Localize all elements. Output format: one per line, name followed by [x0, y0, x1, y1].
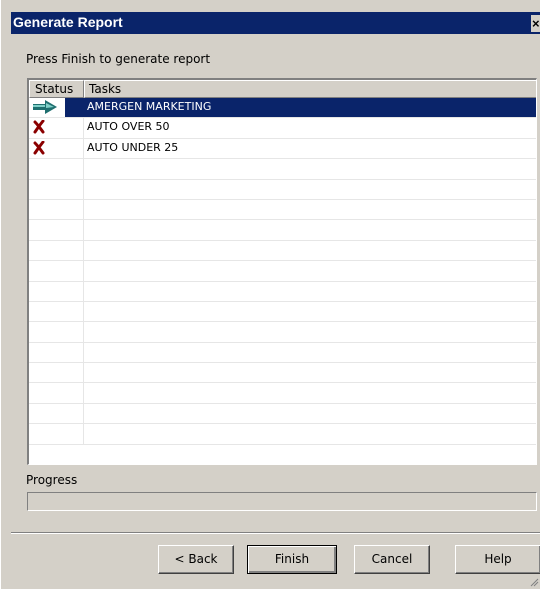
- failed-x-icon: [33, 140, 45, 155]
- grid-header: Status Tasks: [29, 80, 536, 98]
- finish-button[interactable]: Finish: [247, 545, 337, 574]
- dialog-title: Generate Report: [13, 14, 123, 30]
- status-cell: [29, 118, 84, 138]
- table-row-empty: [29, 301, 536, 323]
- status-cell: [29, 199, 84, 220]
- table-row[interactable]: AUTO OVER 50: [29, 118, 536, 139]
- status-cell: [29, 363, 84, 383]
- close-button[interactable]: ×: [531, 15, 540, 32]
- back-button[interactable]: < Back: [158, 545, 234, 574]
- in-progress-arrow-icon: [33, 100, 57, 114]
- resize-grip-icon[interactable]: [529, 577, 539, 587]
- status-cell: [29, 424, 84, 444]
- cancel-button[interactable]: Cancel: [354, 545, 430, 574]
- status-cell: [29, 322, 84, 342]
- status-cell: [29, 240, 84, 261]
- table-row-empty: [29, 322, 536, 343]
- status-cell: [29, 159, 84, 179]
- progress-bar: [27, 492, 537, 511]
- instruction-text: Press Finish to generate report: [26, 52, 211, 66]
- task-name: AMERGEN MARKETING: [87, 100, 212, 113]
- generate-report-dialog: Generate Report × Press Finish to genera…: [0, 0, 540, 589]
- task-name: AUTO UNDER 25: [87, 140, 179, 154]
- grid-rows: AMERGEN MARKETING AUTO OVER 50 AUTO UNDE…: [29, 98, 536, 445]
- tasks-grid[interactable]: Status Tasks AMERGEN MARKETING AUTO OVER…: [27, 78, 537, 465]
- status-cell: [29, 403, 84, 424]
- table-row-empty: [29, 424, 536, 445]
- column-header-status[interactable]: Status: [29, 80, 84, 98]
- table-row-empty: [29, 363, 536, 384]
- table-row-empty: [29, 220, 536, 241]
- table-row-empty: [29, 261, 536, 282]
- table-row-empty: [29, 342, 536, 364]
- status-cell: [29, 261, 84, 281]
- status-cell: [29, 98, 65, 118]
- status-cell: [29, 281, 84, 301]
- table-row-empty: [29, 403, 536, 425]
- table-row-empty: [29, 281, 536, 302]
- status-cell: [29, 220, 84, 240]
- button-divider: [11, 532, 540, 534]
- title-bar[interactable]: Generate Report: [11, 12, 540, 34]
- table-row[interactable]: AUTO UNDER 25: [29, 138, 536, 160]
- status-cell: [29, 342, 84, 363]
- failed-x-icon: [33, 120, 45, 134]
- help-button[interactable]: Help: [455, 545, 540, 574]
- status-cell: [29, 383, 84, 403]
- status-cell: [29, 301, 84, 322]
- table-row-empty: [29, 383, 536, 404]
- table-row-empty: [29, 199, 536, 221]
- table-row[interactable]: AMERGEN MARKETING: [29, 98, 536, 119]
- table-row-empty: [29, 240, 536, 262]
- table-row-empty: [29, 159, 536, 180]
- progress-label: Progress: [26, 473, 78, 487]
- table-row-empty: [29, 179, 536, 200]
- task-name: AUTO OVER 50: [87, 120, 170, 134]
- status-cell-selection: [65, 98, 84, 118]
- column-header-tasks[interactable]: Tasks: [84, 80, 536, 98]
- status-cell: [29, 138, 84, 159]
- status-cell: [29, 179, 84, 199]
